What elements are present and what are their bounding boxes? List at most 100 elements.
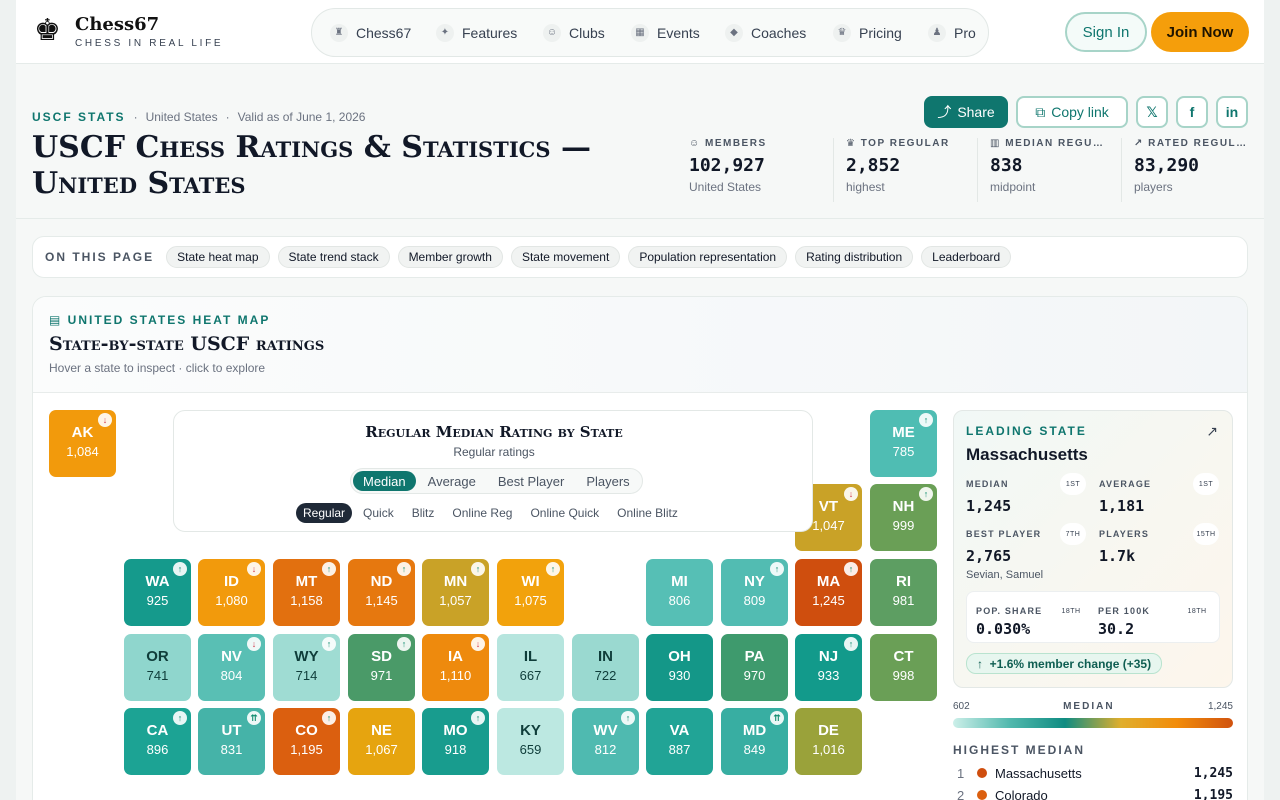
type-option-online-reg[interactable]: Online Reg xyxy=(445,503,519,523)
state-tile-wy[interactable]: WY 714 ↑ xyxy=(273,634,340,701)
toc-link-state-movement[interactable]: State movement xyxy=(510,246,621,268)
state-tile-de[interactable]: DE 1,016 xyxy=(795,708,862,775)
metric-option-average[interactable]: Average xyxy=(418,471,486,491)
state-tile-in[interactable]: IN 722 xyxy=(572,634,639,701)
join-now-button[interactable]: Join Now xyxy=(1151,12,1249,52)
state-tile-mi[interactable]: MI 806 xyxy=(646,559,713,626)
type-option-online-blitz[interactable]: Online Blitz xyxy=(610,503,685,523)
state-tile-nv[interactable]: NV 804 ↓ xyxy=(198,634,265,701)
nav-item-pro[interactable]: ♟ Pro xyxy=(928,9,976,56)
state-tile-il[interactable]: IL 667 xyxy=(497,634,564,701)
panel-title: State-by-state USCF ratings xyxy=(49,333,325,355)
state-tile-ne[interactable]: NE 1,067 xyxy=(348,708,415,775)
trend-up-icon: ↑ xyxy=(173,562,187,576)
toc-link-population-representation[interactable]: Population representation xyxy=(628,246,788,268)
main-nav: ♜ Chess67 ✦ Features ☺ Clubs ▦ Events ◆ Coach… xyxy=(311,8,989,57)
state-tile-ca[interactable]: CA 896 ↑ xyxy=(124,708,191,775)
share-linkedin-button[interactable]: in xyxy=(1216,96,1248,128)
state-tile-ny[interactable]: NY 809 ↑ xyxy=(721,559,788,626)
toc-link-rating-distribution[interactable]: Rating distribution xyxy=(795,246,914,268)
state-tile-oh[interactable]: OH 930 xyxy=(646,634,713,701)
state-median: 667 xyxy=(519,668,542,683)
brand-tagline: CHESS IN REAL LIFE xyxy=(75,38,224,49)
nav-item-clubs[interactable]: ☺ Clubs xyxy=(543,9,605,56)
state-name: Colorado xyxy=(995,787,1048,800)
nav-item-events[interactable]: ▦ Events xyxy=(631,9,700,56)
state-tile-or[interactable]: OR 741 xyxy=(124,634,191,701)
per-100k: PER 100K 30.2 18TH xyxy=(1098,606,1210,638)
best-player-name[interactable]: Sevian, Samuel xyxy=(966,569,1086,581)
chess67-logo-icon[interactable]: ♚ xyxy=(34,14,64,48)
state-tile-nd[interactable]: ND 1,145 ↑ xyxy=(348,559,415,626)
state-tile-mt[interactable]: MT 1,158 ↑ xyxy=(273,559,340,626)
state-tile-md[interactable]: MD 849 ⇈ xyxy=(721,708,788,775)
state-tile-co[interactable]: CO 1,195 ↑ xyxy=(273,708,340,775)
brand-name[interactable]: Chess67 xyxy=(75,14,159,35)
breadcrumb-kicker[interactable]: USCF STATS xyxy=(32,110,126,124)
state-tile-va[interactable]: VA 887 xyxy=(646,708,713,775)
trend-up-icon: ↑ xyxy=(770,562,784,576)
summary-stats: ☺ MEMBERS 102,927 United States ♛ TOP RE… xyxy=(689,138,1265,202)
stat-median-regular: ▥ MEDIAN REGU… 838 midpoint xyxy=(977,138,1121,202)
state-abbr: MI xyxy=(671,573,688,590)
color-dot xyxy=(977,790,987,800)
state-tile-mo[interactable]: MO 918 ↑ xyxy=(422,708,489,775)
nav-item-chess67[interactable]: ♜ Chess67 xyxy=(330,9,411,56)
state-tile-ri[interactable]: RI 981 xyxy=(870,559,937,626)
state-median: 1,145 xyxy=(365,593,398,608)
metric-option-median[interactable]: Median xyxy=(353,471,416,491)
state-tile-nj[interactable]: NJ 933 ↑ xyxy=(795,634,862,701)
type-option-regular[interactable]: Regular xyxy=(296,503,353,523)
panel-kicker-text: UNITED STATES HEAT MAP xyxy=(67,313,271,327)
highest-median-row[interactable]: 1 Massachusetts 1,245 xyxy=(957,764,1233,782)
state-tile-me[interactable]: ME 785 ↑ xyxy=(870,410,937,477)
state-tile-ak[interactable]: AK 1,084 ↓ xyxy=(49,410,116,477)
state-tile-nh[interactable]: NH 999 ↑ xyxy=(870,484,937,551)
metric-option-players[interactable]: Players xyxy=(576,471,639,491)
share-facebook-button[interactable]: f xyxy=(1176,96,1208,128)
stat-label: MEDIAN REGU… xyxy=(1005,138,1105,149)
metric-option-best-player[interactable]: Best Player xyxy=(488,471,574,491)
highest-median-row[interactable]: 2 Colorado 1,195 xyxy=(957,786,1233,800)
nav-item-features[interactable]: ✦ Features xyxy=(436,9,517,56)
toc-link-state-trend-stack[interactable]: State trend stack xyxy=(277,246,390,268)
pop-share: POP. SHARE 0.030% 18TH xyxy=(976,606,1084,638)
share-x-button[interactable]: 𝕏 xyxy=(1136,96,1168,128)
state-median: 741 xyxy=(146,668,169,683)
state-tile-ct[interactable]: CT 998 xyxy=(870,634,937,701)
share-button[interactable]: ⤴ Share xyxy=(924,96,1008,128)
nav-label: Clubs xyxy=(569,24,605,41)
state-tile-ky[interactable]: KY 659 xyxy=(497,708,564,775)
state-tile-wv[interactable]: WV 812 ↑ xyxy=(572,708,639,775)
rook-icon: ♜ xyxy=(330,23,348,42)
type-option-quick[interactable]: Quick xyxy=(356,503,401,523)
copy-link-button[interactable]: ⧉ Copy link xyxy=(1016,96,1128,128)
sign-in-button[interactable]: Sign In xyxy=(1065,12,1147,52)
state-tile-pa[interactable]: PA 970 xyxy=(721,634,788,701)
nav-item-coaches[interactable]: ◆ Coaches xyxy=(725,9,806,56)
state-tile-ma[interactable]: MA 1,245 ↑ xyxy=(795,559,862,626)
nav-label: Features xyxy=(462,24,518,41)
type-option-online-quick[interactable]: Online Quick xyxy=(523,503,606,523)
leading-state-card[interactable]: LEADING STATE ↗ Massachusetts MEDIAN 1,2… xyxy=(953,410,1233,688)
state-tile-id[interactable]: ID 1,080 ↓ xyxy=(198,559,265,626)
state-median: 925 xyxy=(146,593,169,608)
nav-item-pricing[interactable]: ♛ Pricing xyxy=(833,9,902,56)
toc-link-leaderboard[interactable]: Leaderboard xyxy=(921,246,1012,268)
state-tile-ia[interactable]: IA 1,110 ↓ xyxy=(422,634,489,701)
state-tile-mn[interactable]: MN 1,057 ↑ xyxy=(422,559,489,626)
state-tile-ut[interactable]: UT 831 ⇈ xyxy=(198,708,265,775)
stat-rated-regular: ↗ RATED REGUL… 83,290 players xyxy=(1121,138,1265,202)
toc-link-member-growth[interactable]: Member growth xyxy=(397,246,503,268)
state-tile-wi[interactable]: WI 1,075 ↑ xyxy=(497,559,564,626)
type-option-blitz[interactable]: Blitz xyxy=(405,503,442,523)
share-icon: ⤴ xyxy=(937,104,952,120)
external-link-icon[interactable]: ↗ xyxy=(1206,423,1218,440)
state-tile-sd[interactable]: SD 971 ↑ xyxy=(348,634,415,701)
highest-median-heading: HIGHEST MEDIAN xyxy=(953,743,1086,757)
state-median: 998 xyxy=(892,668,915,683)
state-tile-wa[interactable]: WA 925 ↑ xyxy=(124,559,191,626)
toc-link-state-heat-map[interactable]: State heat map xyxy=(166,246,270,268)
leading-state-kicker: LEADING STATE xyxy=(966,424,1087,438)
panel-kicker: ▤ UNITED STATES HEAT MAP xyxy=(49,313,270,327)
